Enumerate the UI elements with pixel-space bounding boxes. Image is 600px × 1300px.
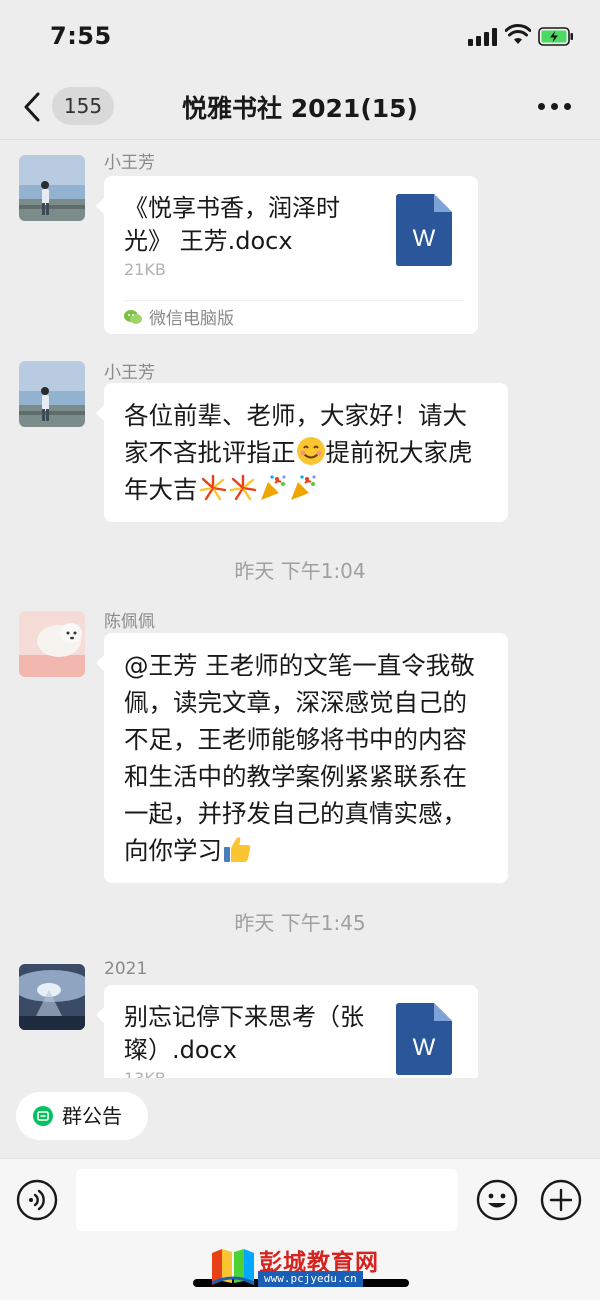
cellular-signal-icon: [468, 28, 498, 46]
sender-name: 小王芳: [104, 153, 155, 173]
sender-avatar[interactable]: [19, 964, 85, 1030]
status-bar: 7:55: [0, 0, 600, 75]
message-list[interactable]: 小王芳 《悦享书香，润泽时光》 王芳.docx 21KB W 微信电脑版 小王芳…: [0, 140, 600, 1078]
timestamp: 昨天 下午1:45: [234, 911, 366, 935]
chat-header: 155 悦雅书社 2021(15): [0, 75, 600, 140]
announcement-bar: 群公告: [0, 1078, 600, 1158]
sender-name: 陈佩佩: [104, 612, 155, 632]
group-announcement-button[interactable]: 群公告: [16, 1092, 148, 1140]
fireworks-icon: [199, 474, 226, 501]
emoji-picker-icon[interactable]: [476, 1179, 518, 1221]
more-actions-plus-icon[interactable]: [540, 1179, 582, 1221]
more-options-icon[interactable]: [538, 101, 572, 113]
text-message-bubble[interactable]: @王芳 王老师的文笔一直令我敬佩，读完文章，深深感觉自己的不足，王老师能够将书中…: [96, 633, 508, 883]
sender-avatar[interactable]: [19, 361, 85, 427]
message-input[interactable]: [76, 1169, 458, 1231]
battery-charging-icon: [538, 27, 573, 46]
fireworks-icon: [229, 474, 256, 501]
wifi-icon: [505, 24, 531, 44]
word-document-icon: W: [396, 194, 452, 266]
divider: [124, 300, 464, 301]
file-message-bubble[interactable]: 《悦享书香，润泽时光》 王芳.docx 21KB W 微信电脑版: [96, 176, 478, 334]
sender-name: 小王芳: [104, 363, 155, 383]
party-popper-icon: [260, 475, 286, 500]
file-source-label: 微信电脑版: [149, 309, 234, 329]
file-source: 微信电脑版: [124, 306, 234, 332]
file-name: 别忘记停下来思考（张璨）.docx: [124, 1003, 364, 1064]
file-message-bubble[interactable]: 别忘记停下来思考（张璨）.docx 13KB W: [96, 985, 478, 1078]
announcement-label: 群公告: [62, 1104, 122, 1128]
sender-avatar[interactable]: [19, 611, 85, 677]
word-document-icon: W: [396, 1003, 452, 1075]
chat-title: 悦雅书社 2021(15): [182, 94, 418, 123]
file-size: 13KB: [124, 1069, 166, 1078]
book-logo-icon: [211, 1249, 255, 1285]
smiling-face-icon: [296, 437, 325, 465]
text-message-bubble[interactable]: 各位前辈、老师，大家好！请大家不吝批评指正 提前祝大家虎年大吉: [96, 383, 508, 522]
file-name: 《悦享书香，润泽时光》 王芳.docx: [124, 194, 340, 255]
svg-text:W: W: [413, 1034, 436, 1061]
watermark-url: www.pcjyedu.cn: [258, 1271, 363, 1287]
sender-avatar[interactable]: [19, 155, 85, 221]
voice-input-icon[interactable]: [16, 1179, 58, 1221]
message-text: @王芳 王老师的文笔一直令我敬佩，读完文章，深深感觉自己的不足，王老师能够将书中…: [124, 651, 475, 865]
wechat-icon: [124, 310, 142, 324]
svg-text:W: W: [413, 225, 436, 252]
thumbs-up-icon: [224, 837, 251, 862]
file-size: 21KB: [124, 260, 166, 279]
announcement-icon: [33, 1106, 53, 1126]
status-time: 7:55: [50, 22, 112, 50]
timestamp: 昨天 下午1:04: [234, 559, 366, 583]
sender-name: 2021: [104, 959, 148, 979]
site-watermark: 彭城教育网 www.pcjyedu.cn: [210, 1243, 410, 1288]
party-popper-icon: [290, 475, 316, 500]
